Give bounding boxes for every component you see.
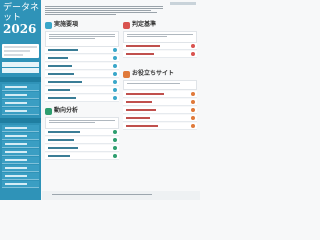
exam-link-row[interactable] [45,63,119,70]
sidebar-item[interactable] [2,141,39,148]
links-link-row[interactable] [123,91,197,98]
sidebar-heading [0,77,41,82]
trend-link-row[interactable] [45,137,119,144]
links-section-icon [123,71,130,78]
sidebar-notice-box [2,44,39,58]
sidebar-item[interactable] [2,173,39,180]
criteria-link-row[interactable] [123,43,197,50]
trend-link-row[interactable] [45,145,119,152]
main-content: 実施要項 判定基準 お役立ちサイト 動向分析 [42,0,200,200]
logo-year: 2026 [3,22,37,36]
trend-section-desc [45,117,119,129]
criteria-link-row[interactable] [123,51,197,58]
exam-link-row[interactable] [45,95,119,102]
header-logo[interactable] [170,2,196,5]
links-link-row[interactable] [123,99,197,106]
exam-link-row[interactable] [45,55,119,62]
sidebar-item[interactable] [2,108,39,115]
links-section-desc [123,80,197,90]
links-link-row[interactable] [123,115,197,122]
trend-section-icon [45,108,52,115]
sidebar-item[interactable] [2,84,39,91]
criteria-section-desc [123,31,197,43]
criteria-section-icon [123,22,130,29]
sidebar-item[interactable] [2,133,39,140]
site-logo[interactable]: データネット 2026 [3,3,39,39]
trend-section-title: 動向分析 [54,107,79,114]
exam-link-row[interactable] [45,47,119,54]
exam-section-desc [45,31,119,47]
sidebar-item[interactable] [2,92,39,99]
trend-link-row[interactable] [45,153,119,160]
intro-text [45,4,163,16]
footer [42,191,200,200]
exam-link-row[interactable] [45,79,119,86]
logo-title: データネット [3,3,40,23]
sidebar-button-1[interactable] [2,62,39,67]
criteria-section-title: 判定基準 [132,21,157,28]
exam-section-icon [45,22,52,29]
sidebar: データネット 2026 [0,0,41,200]
sidebar-item[interactable] [2,125,39,132]
exam-link-row[interactable] [45,71,119,78]
sidebar-item[interactable] [2,157,39,164]
footer-text [52,194,152,195]
sidebar-button-2[interactable] [2,68,39,73]
exam-link-row[interactable] [45,87,119,94]
sidebar-item[interactable] [2,149,39,156]
sidebar-item[interactable] [2,100,39,107]
links-link-row[interactable] [123,107,197,114]
sidebar-item[interactable] [2,165,39,172]
sidebar-item[interactable] [2,181,39,188]
links-link-row[interactable] [123,123,197,130]
trend-link-row[interactable] [45,129,119,136]
links-section-title: お役立ちサイト [132,70,175,77]
exam-section-title: 実施要項 [54,21,79,28]
sidebar-heading [0,118,41,123]
